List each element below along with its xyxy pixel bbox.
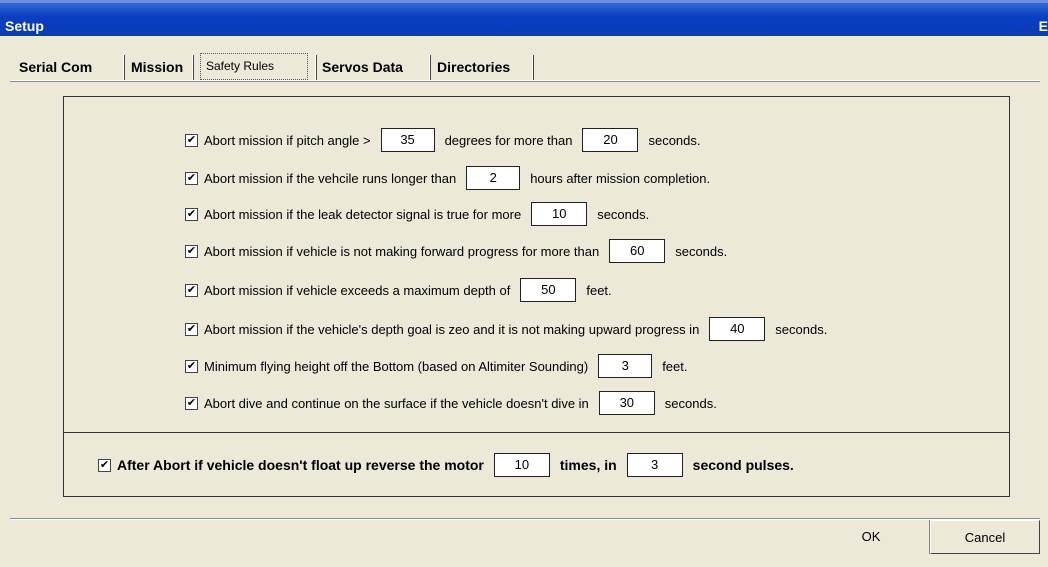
ok-button[interactable]: OK	[813, 520, 930, 554]
after-abort-checkbox[interactable]: ✔	[98, 458, 111, 472]
rule-label: feet.	[662, 358, 688, 374]
rule-label: feet.	[586, 282, 612, 298]
tab-separator	[532, 55, 534, 80]
rule-forward-progress-checkbox[interactable]: ✔	[185, 244, 198, 258]
rule-max-depth: ✔ Abort mission if vehicle exceeds a max…	[185, 278, 612, 302]
rule-pitch-angle: ✔ Abort mission if pitch angle > 35 degr…	[185, 128, 701, 152]
tab-separator	[123, 55, 125, 80]
rule-leak-detector: ✔ Abort mission if the leak detector sig…	[185, 202, 649, 226]
rule-label: Abort mission if the leak detector signa…	[204, 206, 522, 222]
tab-baseline	[10, 80, 1040, 82]
panel-divider	[63, 432, 1010, 433]
pulse-seconds-input[interactable]: 3	[626, 453, 683, 477]
forward-progress-input[interactable]: 60	[609, 239, 666, 263]
tab-separator	[315, 55, 317, 80]
rule-run-time: ✔ Abort mission if the vehcile runs long…	[185, 166, 710, 190]
pitch-angle-input[interactable]: 35	[380, 128, 435, 152]
window-title: Setup	[5, 18, 44, 34]
rule-dive-abort-checkbox[interactable]: ✔	[185, 396, 198, 410]
after-abort-label: After Abort if vehicle doesn't float up …	[117, 457, 484, 473]
rule-max-depth-checkbox[interactable]: ✔	[185, 283, 198, 297]
rule-forward-progress: ✔ Abort mission if vehicle is not making…	[185, 239, 727, 263]
pitch-duration-input[interactable]: 20	[582, 128, 639, 152]
tab-mission[interactable]: Mission	[131, 56, 183, 79]
rule-label: Abort mission if vehicle exceeds a maxim…	[204, 282, 511, 298]
rule-pitch-angle-checkbox[interactable]: ✔	[185, 133, 198, 147]
rule-after-abort-reverse: ✔ After Abort if vehicle doesn't float u…	[98, 453, 794, 477]
rule-upward-progress-checkbox[interactable]: ✔	[185, 322, 198, 336]
rule-dive-abort: ✔ Abort dive and continue on the surface…	[185, 391, 717, 415]
rule-min-height: ✔ Minimum flying height off the Bottom (…	[185, 354, 687, 378]
run-time-hours-input[interactable]: 2	[466, 166, 521, 190]
tab-directories[interactable]: Directories	[437, 56, 510, 79]
cancel-button[interactable]: Cancel	[930, 520, 1040, 554]
leak-duration-input[interactable]: 10	[531, 202, 588, 226]
tab-serial-com[interactable]: Serial Com	[19, 56, 92, 79]
tab-servos-data[interactable]: Servos Data	[322, 56, 403, 79]
rule-label: Abort dive and continue on the surface i…	[204, 395, 589, 411]
title-bar-highlight	[0, 0, 1048, 3]
upward-progress-input[interactable]: 40	[709, 317, 766, 341]
title-bar: Setup E	[0, 0, 1048, 36]
rule-label: Minimum flying height off the Bottom (ba…	[204, 358, 589, 374]
after-abort-pulses-label: second pulses.	[692, 457, 794, 473]
rule-label: degrees for more than	[444, 132, 573, 148]
title-bar-right-text: E	[1038, 18, 1048, 34]
rule-min-height-checkbox[interactable]: ✔	[185, 359, 198, 373]
after-abort-times-label: times, in	[559, 457, 617, 473]
tab-separator	[429, 55, 431, 80]
tab-safety-rules[interactable]: Safety Rules	[200, 53, 308, 80]
min-height-input[interactable]: 3	[598, 354, 653, 378]
rule-label: seconds.	[675, 243, 728, 259]
rule-label: seconds.	[664, 395, 717, 411]
reverse-times-input[interactable]: 10	[493, 453, 550, 477]
dive-timeout-input[interactable]: 30	[598, 391, 655, 415]
rule-label: Abort mission if the vehcile runs longer…	[204, 170, 457, 186]
rule-label: hours after mission completion.	[530, 170, 711, 186]
rule-leak-detector-checkbox[interactable]: ✔	[185, 207, 198, 221]
rule-label: Abort mission if pitch angle >	[204, 132, 371, 148]
rule-upward-progress: ✔ Abort mission if the vehicle's depth g…	[185, 317, 827, 341]
tab-strip: Serial Com Mission Safety Rules Servos D…	[10, 53, 1040, 81]
rule-label: Abort mission if the vehicle's depth goa…	[204, 321, 700, 337]
rule-label: seconds.	[775, 321, 828, 337]
rule-label: Abort mission if vehicle is not making f…	[204, 243, 600, 259]
rule-run-time-checkbox[interactable]: ✔	[185, 171, 198, 185]
rule-label: seconds.	[648, 132, 701, 148]
rule-label: seconds.	[597, 206, 650, 222]
tab-separator	[192, 55, 194, 80]
max-depth-input[interactable]: 50	[520, 278, 577, 302]
